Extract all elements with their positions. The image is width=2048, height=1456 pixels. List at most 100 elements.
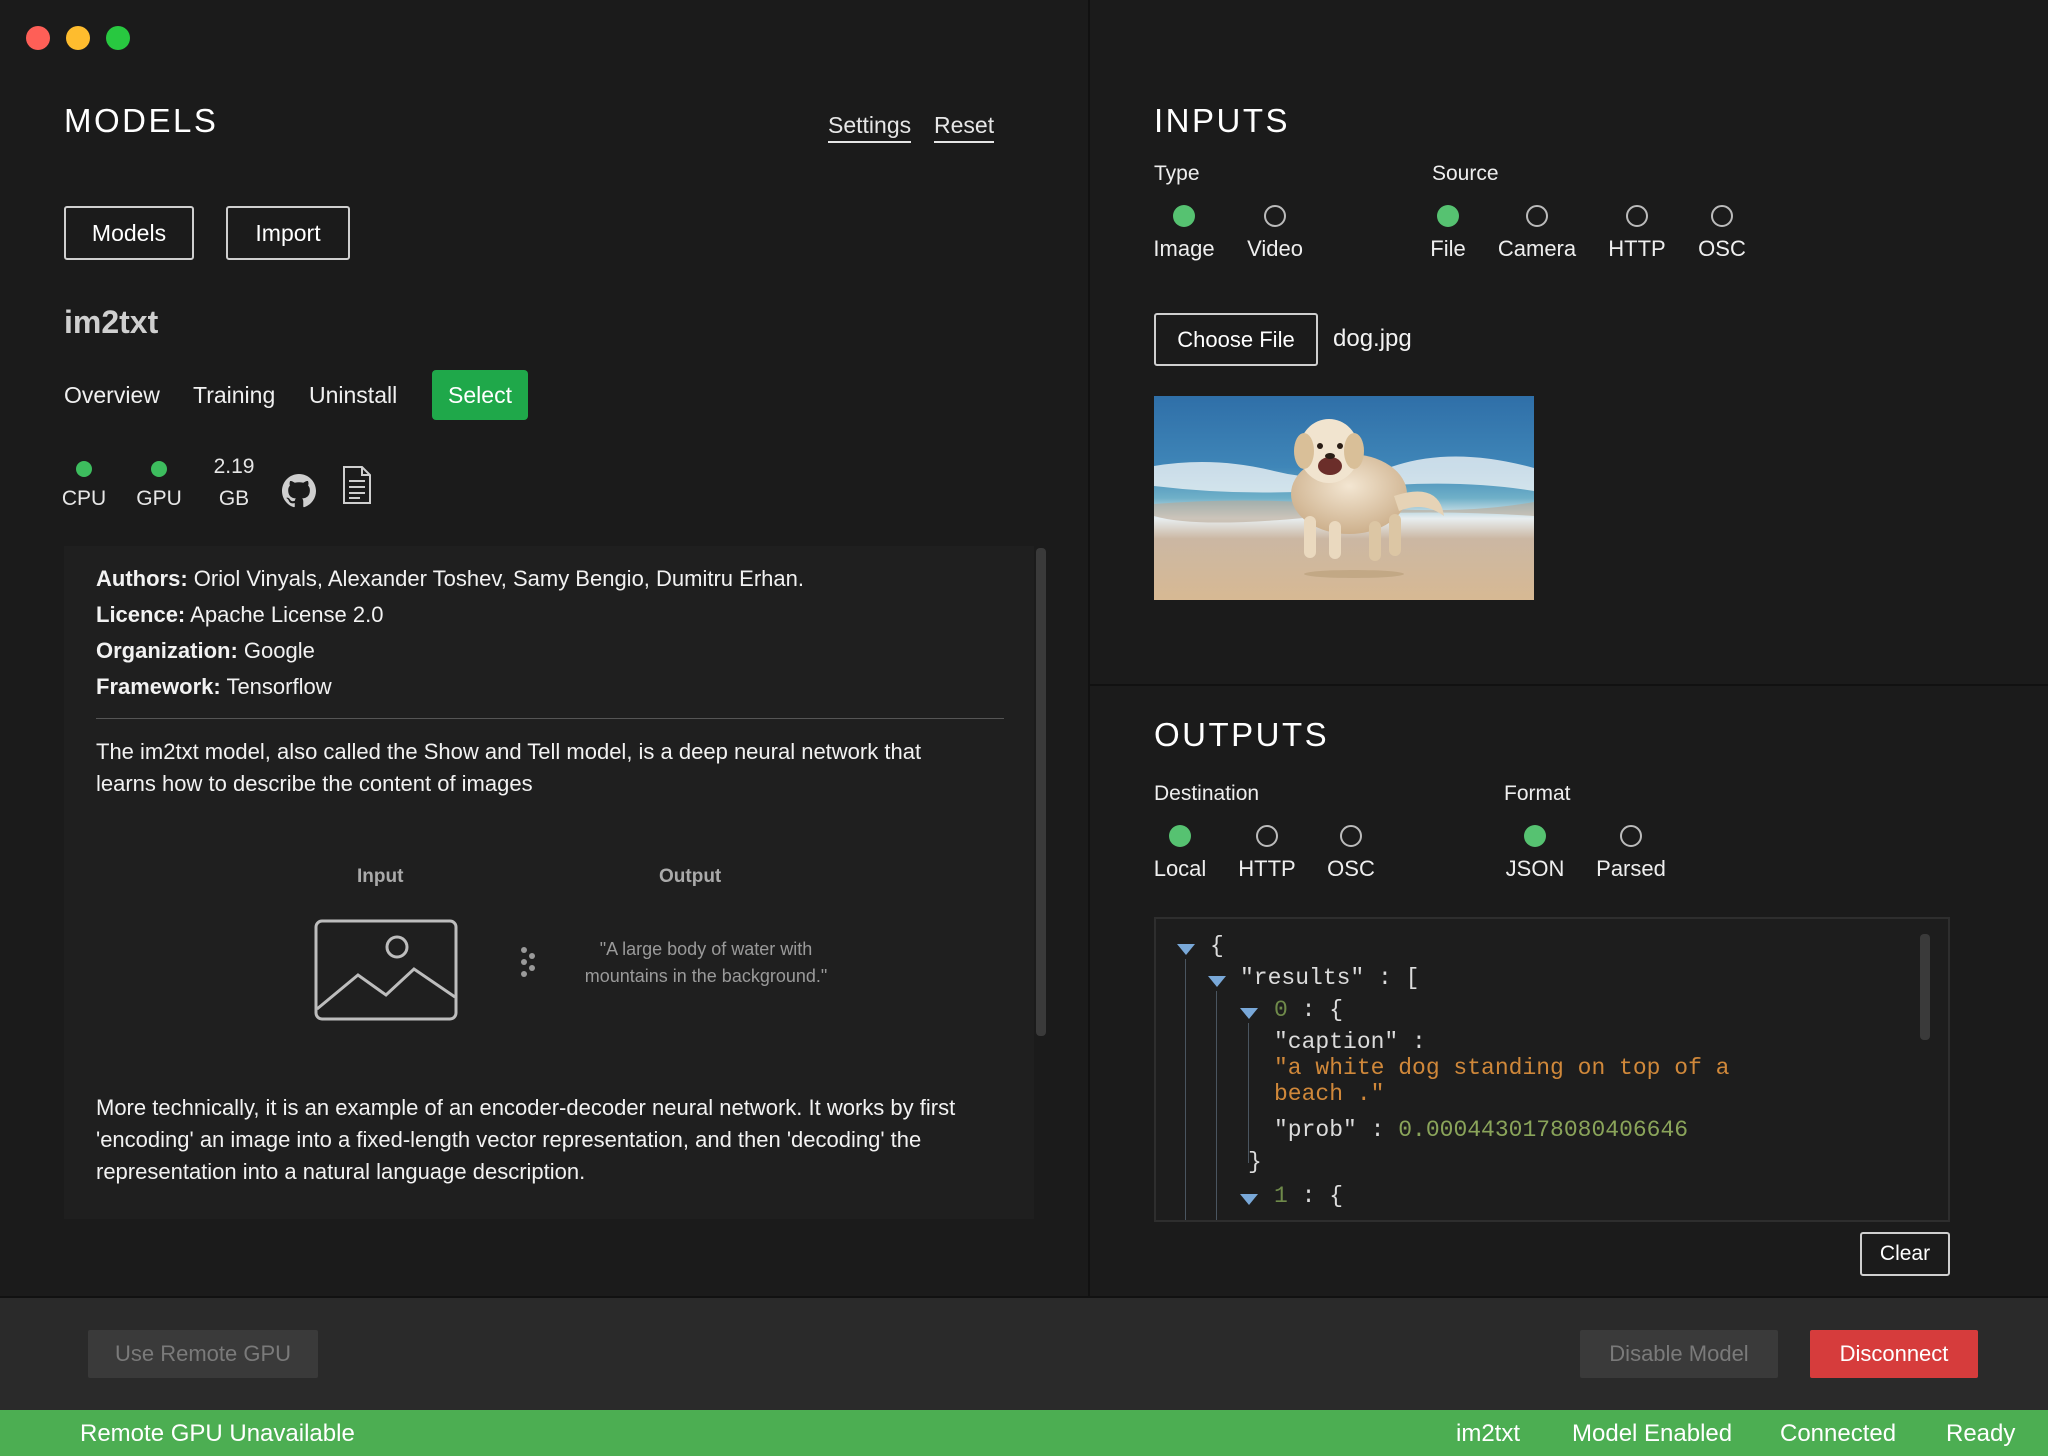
- settings-link[interactable]: Settings: [828, 112, 912, 143]
- authors-line: Authors: Oriol Vinyals, Alexander Toshev…: [96, 566, 804, 592]
- document-icon[interactable]: [342, 465, 372, 505]
- format-json-radio[interactable]: [1524, 825, 1546, 847]
- destination-osc-label[interactable]: OSC: [1321, 856, 1381, 882]
- gpu-label: GPU: [136, 487, 182, 510]
- status-connection: Connected: [1780, 1420, 1897, 1447]
- image-placeholder-icon: [314, 919, 458, 1021]
- collapse-item-1-icon[interactable]: [1240, 1194, 1258, 1205]
- json-index1-line: 1 : {: [1274, 1183, 1343, 1209]
- json-index0-line: 0 : {: [1274, 997, 1343, 1023]
- licence-line: Licence: Apache License 2.0: [96, 602, 383, 628]
- json-open-brace: {: [1210, 933, 1224, 959]
- select-button[interactable]: Select: [432, 370, 528, 420]
- json-prob-line: "prob" : 0.0004430178080406646: [1274, 1117, 1688, 1143]
- destination-osc-radio[interactable]: [1340, 825, 1362, 847]
- outputs-heading: OUTPUTS: [1154, 716, 1330, 753]
- format-label: Format: [1504, 782, 1571, 805]
- info-divider: [96, 718, 1004, 719]
- licence-label: Licence:: [96, 602, 186, 627]
- organization-value: Google: [243, 638, 315, 663]
- json-caption-value-2: beach .": [1274, 1081, 1385, 1107]
- models-heading: MODELS: [64, 102, 219, 139]
- source-http-label[interactable]: HTTP: [1602, 236, 1672, 262]
- json-results-sep: : [: [1364, 965, 1420, 991]
- inputs-heading: INPUTS: [1154, 102, 1291, 139]
- source-osc-radio[interactable]: [1711, 205, 1733, 227]
- disconnect-button[interactable]: Disconnect: [1810, 1330, 1978, 1378]
- json-indent-guide: [1185, 959, 1186, 1220]
- framework-value: Tensorflow: [226, 674, 332, 699]
- destination-http-label[interactable]: HTTP: [1232, 856, 1302, 882]
- json-index1-sep: : {: [1287, 1183, 1344, 1209]
- window-maximize-button[interactable]: [106, 26, 130, 50]
- type-image-label[interactable]: Image: [1144, 236, 1224, 262]
- destination-local-label[interactable]: Local: [1145, 856, 1215, 882]
- framework-label: Framework:: [96, 674, 221, 699]
- source-osc-label[interactable]: OSC: [1692, 236, 1752, 262]
- input-image-preview: [1154, 396, 1534, 600]
- clear-button[interactable]: Clear: [1860, 1232, 1950, 1276]
- info-scrollbar-thumb[interactable]: [1036, 548, 1046, 1036]
- diagram-output-label: Output: [659, 866, 722, 887]
- tab-uninstall[interactable]: Uninstall: [309, 382, 397, 409]
- destination-label: Destination: [1154, 782, 1260, 805]
- collapse-results-icon[interactable]: [1208, 976, 1226, 987]
- organization-line: Organization: Google: [96, 638, 315, 664]
- description-line-1: The im2txt model, also called the Show a…: [96, 739, 922, 764]
- source-http-radio[interactable]: [1626, 205, 1648, 227]
- licence-value: Apache License 2.0: [190, 602, 384, 627]
- models-button[interactable]: Models: [64, 206, 194, 260]
- choose-file-button[interactable]: Choose File: [1154, 313, 1318, 366]
- import-button[interactable]: Import: [226, 206, 350, 260]
- type-image-radio[interactable]: [1173, 205, 1195, 227]
- github-icon[interactable]: [282, 474, 316, 508]
- disable-model-button[interactable]: Disable Model: [1580, 1330, 1778, 1378]
- status-model: im2txt: [1456, 1420, 1521, 1447]
- type-label: Type: [1154, 162, 1200, 185]
- destination-local-radio[interactable]: [1169, 825, 1191, 847]
- cpu-status-dot: [76, 461, 92, 477]
- panel-divider: [1088, 0, 1090, 1297]
- processing-dots-icon: [521, 947, 535, 977]
- json-prob-value: 0.0004430178080406646: [1398, 1117, 1689, 1143]
- status-remote-gpu: Remote GPU Unavailable: [80, 1420, 355, 1447]
- inputs-outputs-divider: [1090, 684, 2048, 686]
- model-size-unit: GB: [218, 487, 250, 510]
- collapse-item-0-icon[interactable]: [1240, 1008, 1258, 1019]
- source-file-label[interactable]: File: [1418, 236, 1478, 262]
- json-close-brace: }: [1248, 1149, 1262, 1175]
- destination-http-radio[interactable]: [1256, 825, 1278, 847]
- technical-line-1: More technically, it is an example of an…: [96, 1095, 956, 1120]
- technical-line-3: representation into a natural language d…: [96, 1159, 586, 1184]
- diagram-input-label: Input: [357, 866, 404, 887]
- json-caption-value-1: "a white dog standing on top of a: [1274, 1055, 1730, 1081]
- collapse-root-icon[interactable]: [1177, 944, 1195, 955]
- window-close-button[interactable]: [26, 26, 50, 50]
- type-video-radio[interactable]: [1264, 205, 1286, 227]
- source-file-radio[interactable]: [1437, 205, 1459, 227]
- source-camera-radio[interactable]: [1526, 205, 1548, 227]
- json-indent-guide: [1216, 991, 1217, 1220]
- json-output-viewer[interactable]: { "results" : [ 0 : { "caption" : "a whi…: [1154, 917, 1950, 1222]
- format-json-label[interactable]: JSON: [1500, 856, 1570, 882]
- tab-training[interactable]: Training: [193, 382, 275, 409]
- json-prob-key: "prob" :: [1274, 1117, 1399, 1143]
- window-minimize-button[interactable]: [66, 26, 90, 50]
- json-index0-sep: : {: [1287, 997, 1344, 1023]
- tab-overview[interactable]: Overview: [64, 382, 160, 409]
- json-results-key: "results": [1240, 965, 1365, 991]
- json-scrollbar-thumb[interactable]: [1920, 934, 1930, 1040]
- diagram-output-quote: "A large body of water with mountains in…: [584, 939, 828, 986]
- json-caption-key: "caption" :: [1274, 1029, 1426, 1055]
- format-parsed-radio[interactable]: [1620, 825, 1642, 847]
- use-remote-gpu-button[interactable]: Use Remote GPU: [88, 1330, 318, 1378]
- technical-line-2: 'encoding' an image into a fixed-length …: [96, 1127, 922, 1152]
- type-video-label[interactable]: Video: [1235, 236, 1315, 262]
- description-line-2: learns how to describe the content of im…: [96, 771, 533, 796]
- source-camera-label[interactable]: Camera: [1492, 236, 1582, 262]
- json-results-line: "results" : [: [1240, 965, 1419, 991]
- format-parsed-label[interactable]: Parsed: [1586, 856, 1676, 882]
- source-label: Source: [1432, 162, 1499, 185]
- reset-link[interactable]: Reset: [934, 112, 995, 143]
- file-name: dog.jpg: [1333, 325, 1412, 352]
